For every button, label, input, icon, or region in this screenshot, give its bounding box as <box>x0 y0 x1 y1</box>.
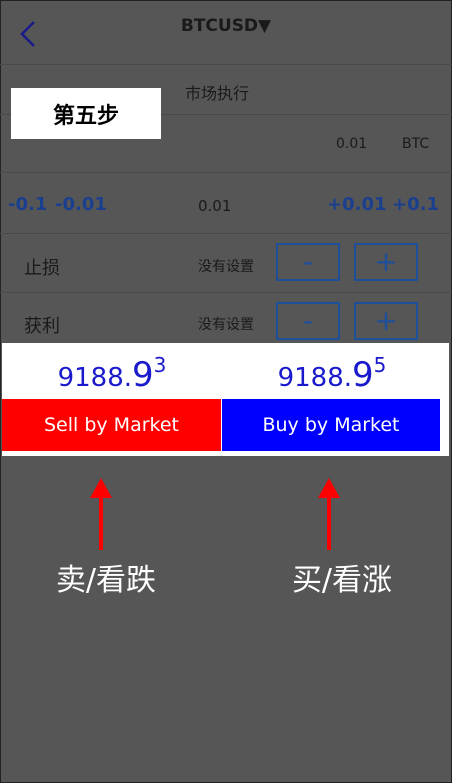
trade-panel: 9188.93 9188.95 Sell by Market Buy by Ma… <box>2 343 449 456</box>
arrow-up-icon <box>318 478 340 550</box>
stop-loss-status: 没有设置 <box>198 259 254 275</box>
header: BTCUSD▼ <box>0 0 452 64</box>
sell-annotation: 卖/看跌 <box>55 563 157 598</box>
take-profit-minus-button[interactable]: - <box>276 302 340 340</box>
take-profit-status: 没有设置 <box>198 317 254 333</box>
take-profit-plus-button[interactable]: + <box>354 302 418 340</box>
increase-0-01-button[interactable]: +0.01 <box>327 194 387 215</box>
volume-unit: BTC <box>402 136 430 152</box>
decrease-0-01-button[interactable]: -0.01 <box>55 194 107 215</box>
divider <box>0 233 452 234</box>
buy-by-market-button[interactable]: Buy by Market <box>222 399 440 451</box>
stop-loss-minus-button[interactable]: - <box>276 243 340 281</box>
symbol-selector[interactable]: BTCUSD▼ <box>0 16 452 36</box>
sell-by-market-button[interactable]: Sell by Market <box>2 399 221 451</box>
execution-type[interactable]: 市场执行 <box>185 80 249 104</box>
volume-value[interactable]: 0.01 <box>336 136 367 152</box>
buy-annotation: 买/看涨 <box>291 563 393 598</box>
buy-price: 9188.95 <box>277 353 387 395</box>
increase-0-1-button[interactable]: +0.1 <box>392 194 439 215</box>
divider <box>0 172 452 173</box>
sell-price: 9188.93 <box>57 353 167 395</box>
step-label: 第五步 <box>11 88 161 139</box>
divider <box>0 64 452 65</box>
divider <box>0 292 452 293</box>
stop-loss-plus-button[interactable]: + <box>354 243 418 281</box>
arrow-up-icon <box>90 478 112 550</box>
decrease-0-1-button[interactable]: -0.1 <box>8 194 47 215</box>
stop-loss-label: 止损 <box>24 258 60 279</box>
volume-current[interactable]: 0.01 <box>198 197 231 215</box>
take-profit-label: 获利 <box>24 316 60 337</box>
